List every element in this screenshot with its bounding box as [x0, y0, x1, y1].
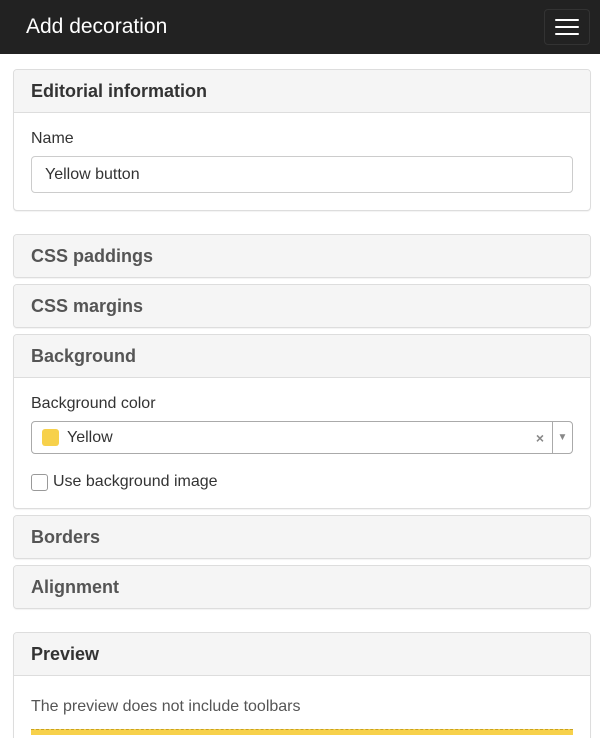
panel-body-preview: The preview does not include toolbars	[14, 675, 590, 738]
hamburger-icon-bar	[555, 33, 579, 35]
panel-heading-margins[interactable]: CSS margins	[14, 285, 590, 327]
background-color-select[interactable]: Yellow × ▼	[31, 421, 573, 454]
main-content: Editorial information Name CSS paddings …	[0, 54, 600, 738]
preview-note: The preview does not include toolbars	[31, 698, 301, 715]
panel-heading-preview[interactable]: Preview	[14, 633, 590, 675]
clear-icon[interactable]: ×	[528, 430, 552, 446]
panel-heading-editorial[interactable]: Editorial information	[14, 70, 590, 112]
panel-alignment: Alignment	[13, 565, 591, 609]
color-swatch-icon	[42, 429, 59, 446]
panel-paddings: CSS paddings	[13, 234, 591, 278]
panel-preview: Preview The preview does not include too…	[13, 632, 591, 738]
panel-heading-background[interactable]: Background	[14, 335, 590, 377]
use-background-image-checkbox[interactable]	[31, 473, 48, 491]
preview-button	[31, 729, 573, 735]
panel-background: Background Background color Yellow × ▼ U…	[13, 334, 591, 509]
name-input[interactable]	[31, 156, 573, 193]
panel-editorial: Editorial information Name	[13, 69, 591, 211]
top-navbar: Add decoration	[0, 0, 600, 54]
use-background-image-row[interactable]: Use background image	[31, 473, 573, 491]
selected-color-label: Yellow	[67, 428, 113, 446]
name-label: Name	[31, 130, 74, 147]
dropdown-arrow-icon[interactable]: ▼	[552, 422, 572, 453]
panel-body-editorial: Name	[14, 112, 590, 210]
panel-heading-borders[interactable]: Borders	[14, 516, 590, 558]
hamburger-menu-button[interactable]	[544, 9, 590, 45]
panel-body-background: Background color Yellow × ▼ Use backgrou…	[14, 377, 590, 508]
hamburger-icon-bar	[555, 19, 579, 21]
hamburger-icon-bar	[555, 26, 579, 28]
panel-borders: Borders	[13, 515, 591, 559]
panel-margins: CSS margins	[13, 284, 591, 328]
use-background-image-label[interactable]: Use background image	[53, 473, 218, 491]
page-title: Add decoration	[26, 15, 168, 38]
background-color-label: Background color	[31, 395, 156, 412]
panel-heading-paddings[interactable]: CSS paddings	[14, 235, 590, 277]
panel-heading-alignment[interactable]: Alignment	[14, 566, 590, 608]
